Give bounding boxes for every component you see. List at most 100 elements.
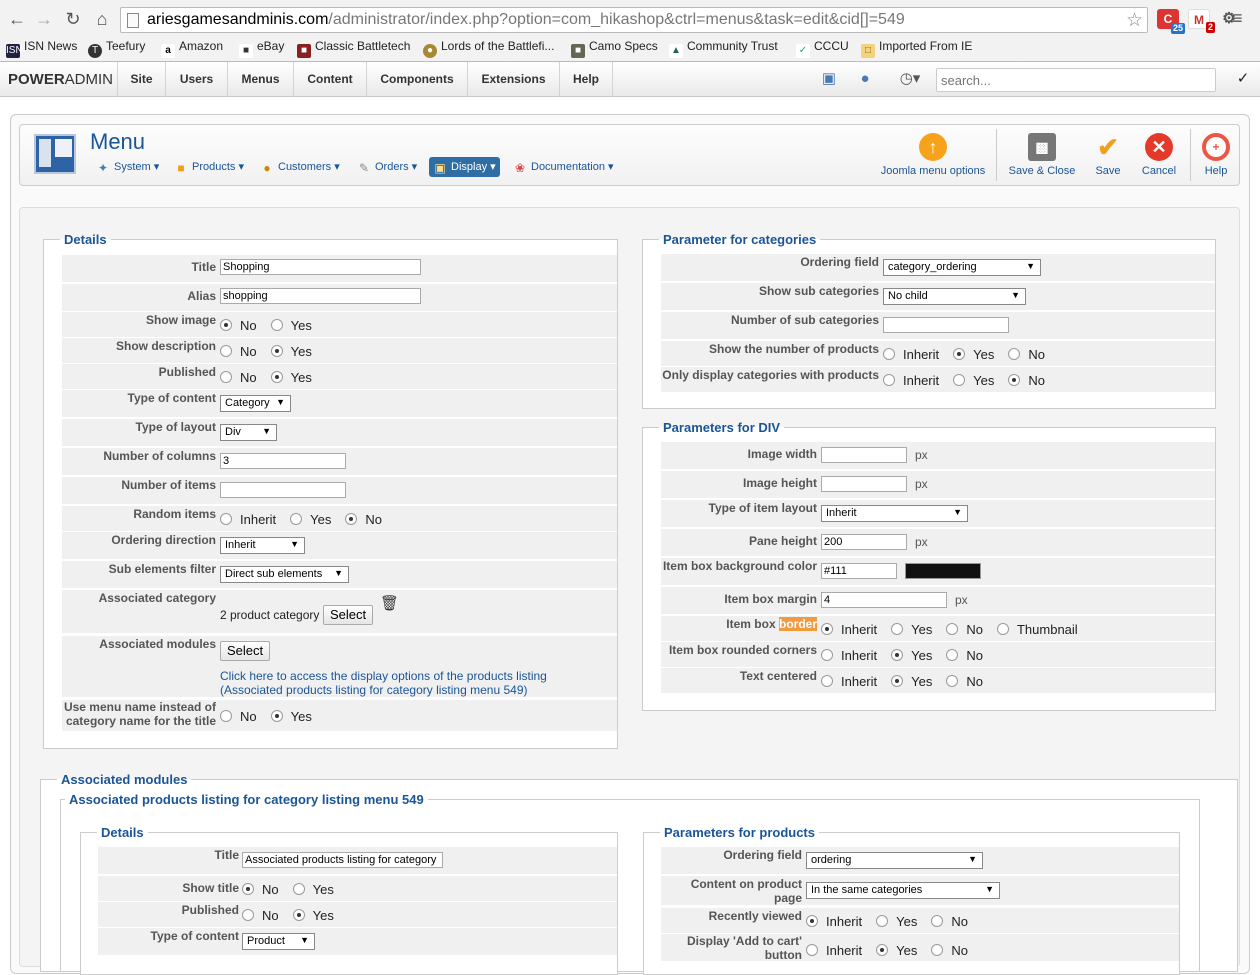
- menu-menus[interactable]: Menus: [227, 62, 293, 97]
- bookmark-imported-folder[interactable]: □ Imported From IE: [861, 39, 972, 58]
- bookmark-isn-news[interactable]: ISNISN News: [6, 39, 77, 58]
- menu-users[interactable]: Users: [165, 62, 227, 97]
- browser-menu-icon[interactable]: ≡: [1232, 9, 1248, 27]
- radio-yes[interactable]: [290, 513, 303, 525]
- item-layout-select[interactable]: Inherit ▼: [821, 505, 968, 522]
- menu-content[interactable]: Content: [293, 62, 366, 97]
- radio-inherit[interactable]: [806, 944, 818, 956]
- bookmark-community-trust[interactable]: ▲ Community Trust: [669, 39, 778, 58]
- help-button[interactable]: + Help: [1200, 133, 1232, 177]
- menu-help[interactable]: Help: [559, 62, 613, 97]
- random-items-radio[interactable]: Inherit Yes No: [220, 512, 396, 527]
- save-close-button[interactable]: ▩ Save & Close: [1006, 133, 1078, 177]
- submenu-products[interactable]: ■ Products ▾: [174, 157, 244, 177]
- centered-radio[interactable]: Inherit Yes No: [821, 674, 997, 689]
- img-width-input[interactable]: [821, 447, 907, 463]
- forward-icon[interactable]: →: [33, 8, 55, 30]
- border-radio[interactable]: Inherit Yes No Thumbnail: [821, 622, 1092, 637]
- radio-no[interactable]: [1008, 374, 1021, 386]
- radio-no[interactable]: [946, 649, 959, 661]
- radio-no[interactable]: [242, 883, 254, 895]
- radio-yes[interactable]: [891, 649, 904, 661]
- submenu-documentation[interactable]: ❀ Documentation ▾: [513, 157, 614, 177]
- radio-inherit[interactable]: [821, 623, 833, 635]
- menu-extensions[interactable]: Extensions: [467, 62, 559, 97]
- select-category-button[interactable]: Select: [323, 605, 374, 625]
- radio-yes[interactable]: [270, 371, 283, 383]
- bookmark-cccu[interactable]: ✓ CCCU: [796, 39, 849, 58]
- save-button[interactable]: ✔ Save: [1088, 133, 1128, 177]
- bg-color-input[interactable]: [821, 563, 897, 579]
- clock-icon[interactable]: ◷▾: [895, 71, 925, 87]
- use-menu-name-radio[interactable]: No Yes: [220, 709, 326, 724]
- content-page-select[interactable]: In the same categories ▼: [806, 882, 1000, 899]
- radio-inherit[interactable]: [220, 513, 232, 525]
- extension-icon[interactable]: C 25: [1157, 9, 1185, 34]
- gmail-icon[interactable]: M2: [1188, 9, 1215, 33]
- radio-yes[interactable]: [953, 374, 966, 386]
- bookmark-teefury[interactable]: T Teefury: [88, 39, 145, 58]
- submenu-system[interactable]: ✦ System ▾: [96, 157, 159, 177]
- radio-inherit[interactable]: [821, 649, 833, 661]
- show-description-radio[interactable]: No Yes: [220, 344, 326, 359]
- radio-yes[interactable]: [292, 883, 305, 895]
- cancel-button[interactable]: ✕ Cancel: [1138, 133, 1180, 177]
- type-content-select[interactable]: Category ▼: [220, 395, 291, 412]
- bookmark-lords[interactable]: ● Lords of the Battlefi...: [423, 39, 554, 58]
- module-published-radio[interactable]: No Yes: [242, 908, 348, 923]
- radio-yes[interactable]: [270, 319, 283, 331]
- title-input[interactable]: [220, 259, 421, 275]
- radio-no[interactable]: [345, 513, 358, 525]
- cat-ordering-select[interactable]: category_ordering ▼: [883, 259, 1041, 276]
- radio-yes[interactable]: [270, 345, 283, 357]
- num-columns-input[interactable]: [220, 453, 346, 469]
- trash-icon[interactable]: 🗑: [380, 594, 399, 612]
- radio-inherit[interactable]: [806, 915, 818, 927]
- radio-yes[interactable]: [270, 710, 283, 722]
- bookmark-ebay[interactable]: ■ eBay: [239, 39, 284, 58]
- radio-yes[interactable]: [953, 348, 966, 360]
- radio-no[interactable]: [931, 944, 944, 956]
- alias-input[interactable]: [220, 288, 421, 304]
- menu-components[interactable]: Components: [366, 62, 467, 97]
- radio-inherit[interactable]: [883, 348, 895, 360]
- radio-no[interactable]: [220, 345, 232, 357]
- user-icon[interactable]: ●: [856, 71, 874, 87]
- radio-yes[interactable]: [891, 675, 904, 687]
- color-swatch[interactable]: [905, 563, 981, 579]
- address-bar[interactable]: ariesgamesandminis.com/administrator/ind…: [120, 7, 1148, 33]
- img-height-input[interactable]: [821, 476, 907, 492]
- add-cart-radio[interactable]: Inherit Yes No: [806, 943, 982, 958]
- bookmark-amazon[interactable]: a Amazon: [161, 39, 223, 58]
- display-options-link[interactable]: Click here to access the display options…: [220, 669, 547, 697]
- select-modules-button[interactable]: Select: [220, 641, 271, 661]
- radio-inherit[interactable]: [883, 374, 895, 386]
- module-type-content-select[interactable]: Product ▼: [242, 933, 315, 950]
- radio-no[interactable]: [946, 623, 959, 635]
- type-layout-select[interactable]: Div ▼: [220, 424, 277, 441]
- radio-no[interactable]: [931, 915, 944, 927]
- radio-no[interactable]: [220, 371, 232, 383]
- only-display-radio[interactable]: Inherit Yes No: [883, 373, 1059, 388]
- radio-no[interactable]: [1008, 348, 1021, 360]
- submenu-display[interactable]: ▣ Display ▾: [429, 157, 500, 177]
- bookmark-star-icon[interactable]: ☆: [1126, 9, 1143, 32]
- show-title-radio[interactable]: No Yes: [242, 882, 348, 897]
- prod-ordering-select[interactable]: ordering ▼: [806, 852, 983, 869]
- margin-input[interactable]: [821, 592, 947, 608]
- back-icon[interactable]: ←: [6, 8, 28, 30]
- bookmark-classic-battletech[interactable]: ■ Classic Battletech: [297, 39, 410, 58]
- radio-yes[interactable]: [891, 623, 904, 635]
- radio-no[interactable]: [242, 909, 254, 921]
- submenu-orders[interactable]: ✎ Orders ▾: [357, 157, 417, 177]
- search-input[interactable]: [936, 68, 1216, 92]
- bookmark-camo-specs[interactable]: ■ Camo Specs: [571, 39, 658, 58]
- reload-icon[interactable]: ↻: [62, 8, 84, 30]
- rounded-radio[interactable]: Inherit Yes No: [821, 648, 997, 663]
- radio-yes[interactable]: [876, 944, 889, 956]
- radio-no[interactable]: [946, 675, 959, 687]
- check-circle-icon[interactable]: ✓: [1234, 71, 1252, 87]
- show-num-products-radio[interactable]: Inherit Yes No: [883, 347, 1059, 362]
- show-image-radio[interactable]: No Yes: [220, 318, 326, 333]
- radio-no[interactable]: [220, 710, 232, 722]
